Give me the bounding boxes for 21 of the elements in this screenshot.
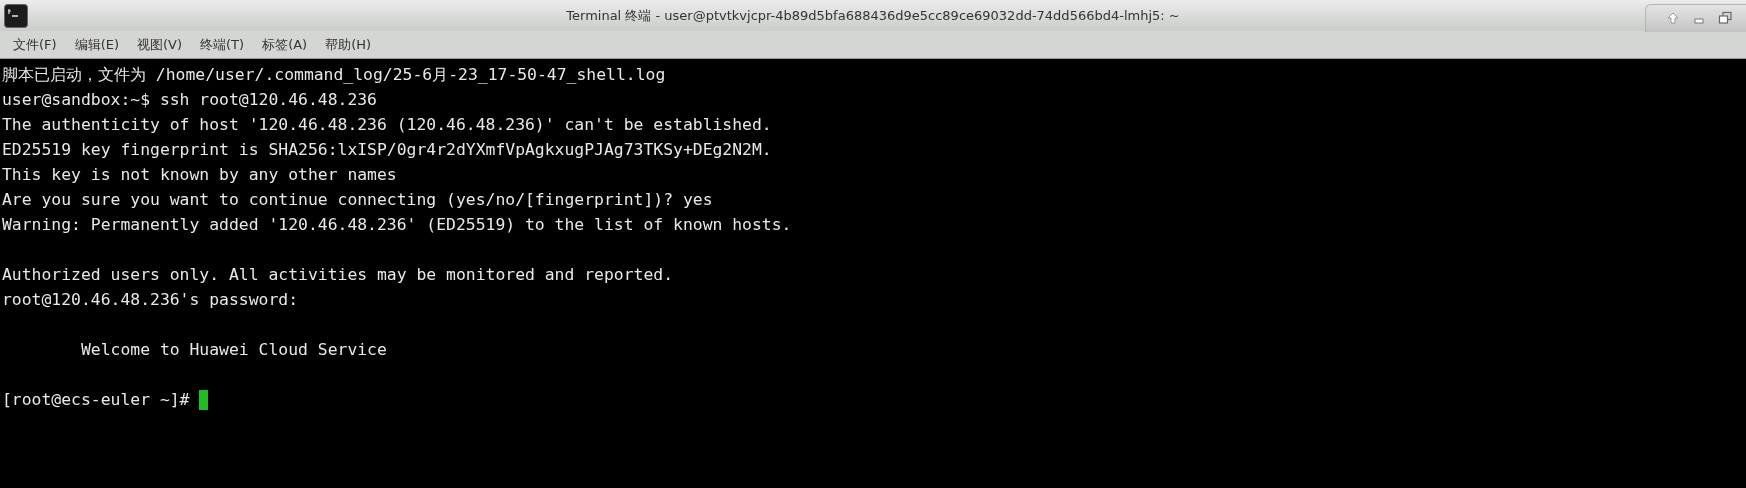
menu-item[interactable]: 终端(T)	[191, 33, 254, 56]
terminal-line: [root@ecs-euler ~]#	[2, 389, 191, 411]
menu-item[interactable]: 编辑(E)	[65, 33, 128, 56]
menu-item[interactable]: 文件(F)	[4, 33, 66, 56]
terminal-line: This key is not known by any other names	[2, 164, 397, 186]
up-arrow-icon[interactable]	[1666, 11, 1680, 25]
terminal-line: root@120.46.48.236's password:	[2, 289, 299, 311]
restore-icon[interactable]	[1718, 11, 1732, 25]
terminal-line: ED25519 key fingerprint is SHA256:lxISP/0gr4r2dYXmfVpAgkxugPJAg73TKSy+DEg2N2M.	[2, 139, 772, 161]
terminal-line: user@sandbox:~$ ssh root@120.46.48.236	[2, 89, 377, 111]
terminal-line: 脚本已启动，文件为 /home/user/.command_log/25-6月-23_17-50-47_shell.log	[2, 64, 666, 86]
terminal-line: Warning: Permanently added '120.46.48.236' (ED25519) to the list of known hosts.	[2, 214, 792, 236]
window-title: Terminal 终端 - user@ptvtkvjcpr-4b89d5bfa688436d9e5cc89ce69032dd-74dd566bd4-lmhj5: ~	[566, 6, 1180, 25]
terminal-line: Are you sure you want to continue connecting (yes/no/[fingerprint])? yes	[2, 189, 713, 211]
terminal-icon[interactable]	[4, 3, 28, 28]
terminal-line: The authenticity of host '120.46.48.236 (120.46.48.236)' can't be established.	[2, 114, 772, 136]
menu-item[interactable]: 标签(A)	[253, 33, 317, 56]
menu-item[interactable]: 视图(V)	[128, 33, 192, 56]
terminal-line: Authorized users only. All activities may be monitored and reported.	[2, 264, 674, 286]
terminal-line: Welcome to Huawei Cloud Service	[79, 339, 387, 361]
menu-item[interactable]: 帮助(H)	[316, 33, 381, 56]
